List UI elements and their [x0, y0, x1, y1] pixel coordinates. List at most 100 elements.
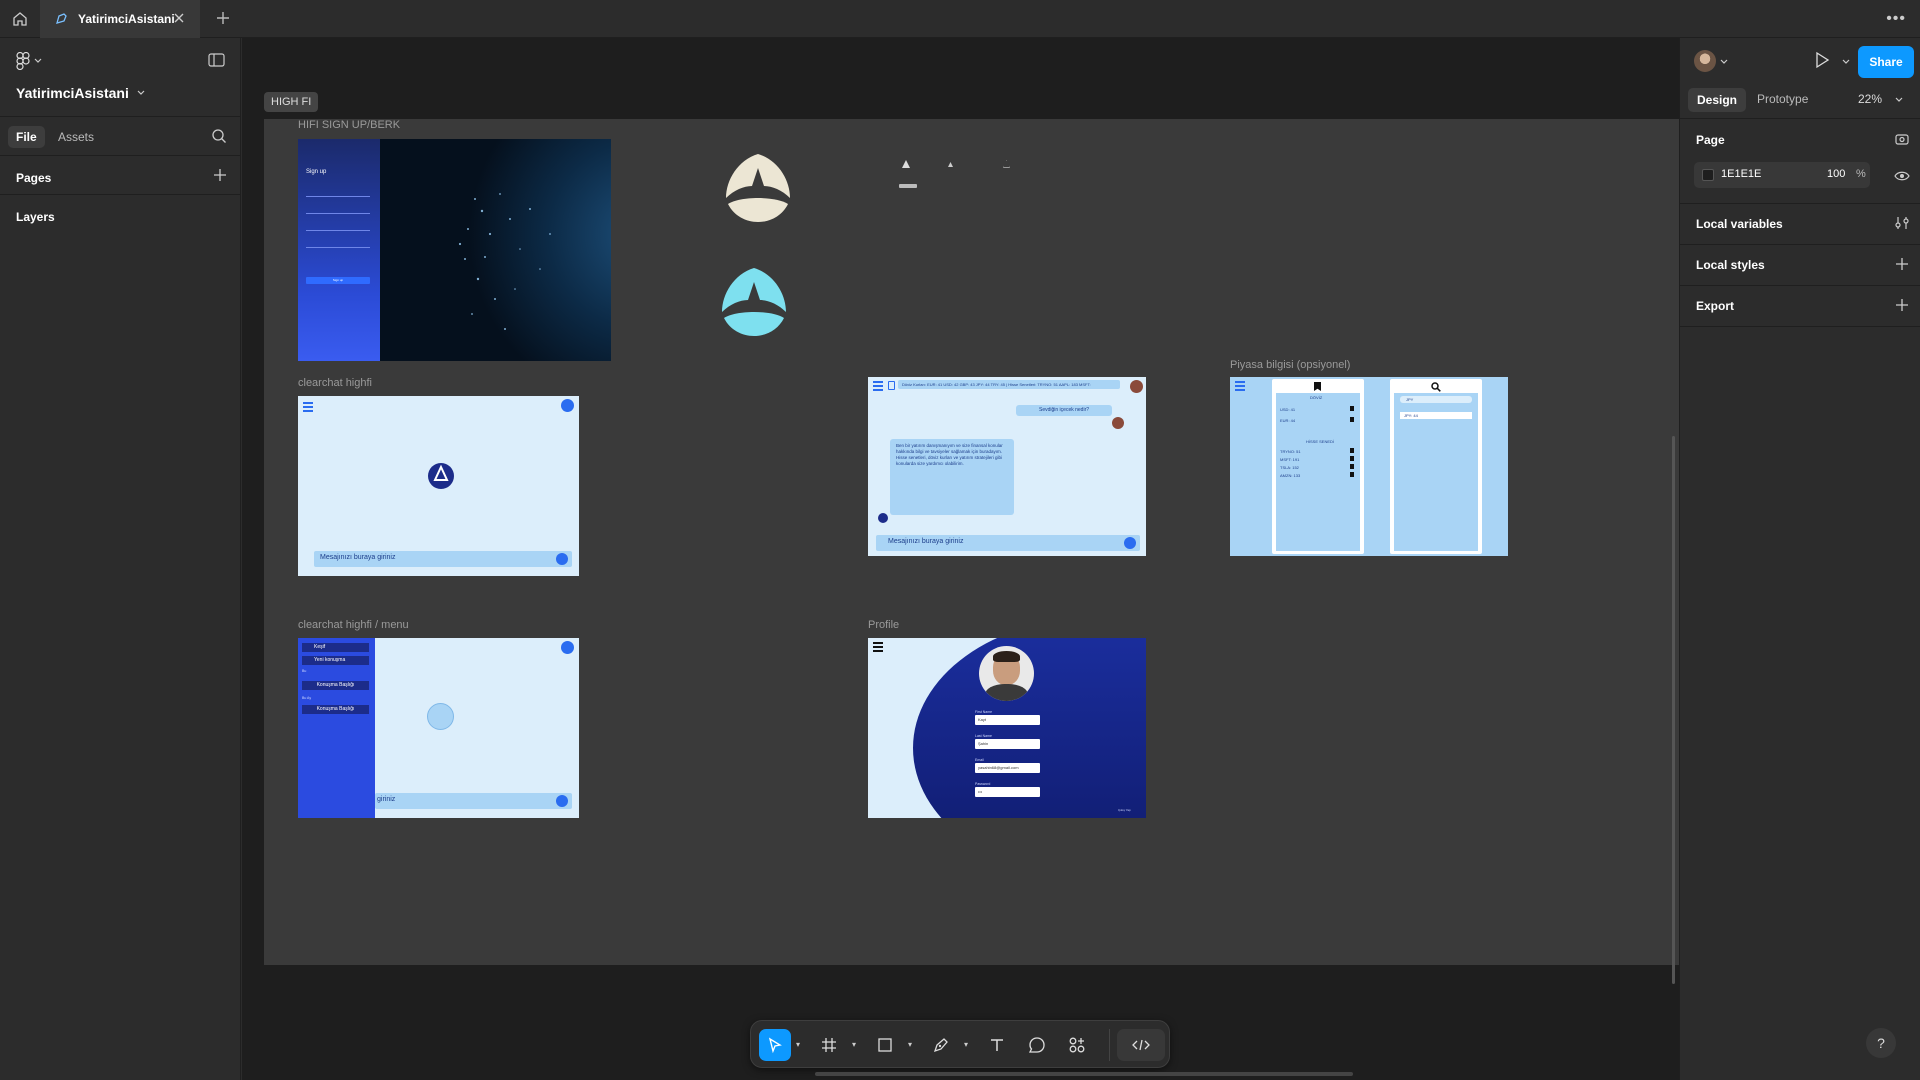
- right-panel: Share Design Prototype 22% Page 1E1E1E 1…: [1679, 38, 1920, 1080]
- divider: [1680, 326, 1920, 327]
- hamburger-menu-icon: [873, 381, 883, 391]
- pen-tool[interactable]: [925, 1029, 957, 1061]
- frame-label-market[interactable]: Piyasa bilgisi (opsiyonel): [1230, 359, 1350, 371]
- field-label: Password: [975, 782, 991, 786]
- frame-tool[interactable]: [813, 1029, 845, 1061]
- bot-avatar-icon: [878, 513, 888, 523]
- frame-market[interactable]: DÖVİZ USD: 41 EUR: 44 HİSSE SENEDİ TRYNO…: [1230, 377, 1508, 556]
- bookmark-icon: [1350, 472, 1354, 477]
- message-input: Mesajınızı buraya giriniz: [876, 535, 1140, 551]
- chevron-down-icon[interactable]: ▾: [796, 1040, 800, 1049]
- bookmark-icon: [1350, 406, 1354, 411]
- frame-chat[interactable]: Döviz Kurları: EUR: 41 USD: 42 GBP: 43 J…: [868, 377, 1146, 556]
- present-button[interactable]: [1814, 51, 1830, 74]
- divider: [1680, 285, 1920, 286]
- dev-mode-toggle[interactable]: [1117, 1029, 1165, 1061]
- move-tool[interactable]: [759, 1029, 791, 1061]
- signup-field: [306, 194, 370, 197]
- logo-cream-icon: [726, 154, 790, 222]
- frame-signup[interactable]: Sign up Sign up: [298, 139, 611, 361]
- local-styles-heading: Local styles: [1696, 258, 1765, 272]
- bg-hex-value[interactable]: 1E1E1E: [1721, 168, 1761, 180]
- frame-label-signup[interactable]: HIFI SIGN UP/BERK: [298, 119, 400, 131]
- avatar-icon: [561, 641, 574, 654]
- field-label: Last Name: [975, 734, 992, 738]
- tab-file[interactable]: File: [8, 126, 45, 148]
- local-variables-heading[interactable]: Local variables: [1696, 217, 1783, 231]
- chevron-down-icon[interactable]: ▾: [908, 1040, 912, 1049]
- file-tab[interactable]: YatirimciAsistani: [40, 0, 200, 38]
- hamburger-menu-icon: [303, 402, 313, 412]
- frame-menu[interactable]: Keşif Yeni konuşma Bu Konuşma Başlığı Bu…: [298, 638, 579, 818]
- search-field: JPY: [1400, 396, 1472, 403]
- canvas[interactable]: HIGH FI HIFI SIGN UP/BERK Sign up Sign u…: [242, 38, 1679, 1080]
- profile-field: Kayt: [975, 715, 1040, 725]
- bookmark-icon: [1350, 417, 1354, 422]
- signup-field: [306, 211, 370, 214]
- chevron-down-icon[interactable]: [1720, 58, 1728, 66]
- market-phone-left: DÖVİZ USD: 41 EUR: 44 HİSSE SENEDİ TRYNO…: [1272, 379, 1364, 554]
- frame-label-profile[interactable]: Profile: [868, 619, 899, 631]
- pen-icon: [933, 1038, 948, 1053]
- bg-opacity-unit: %: [1856, 168, 1866, 180]
- figma-logo-icon: [16, 52, 30, 70]
- bookmark-icon: [1350, 456, 1354, 461]
- hamburger-menu-icon: [873, 642, 883, 652]
- chevron-down-icon[interactable]: ▾: [852, 1040, 856, 1049]
- chevron-down-icon: [34, 58, 42, 63]
- components-icon: [1069, 1037, 1085, 1053]
- vertical-scrollbar[interactable]: [1672, 436, 1675, 984]
- add-export-icon[interactable]: [1894, 297, 1910, 313]
- actions-tool[interactable]: [1061, 1029, 1093, 1061]
- variables-icon[interactable]: [1894, 215, 1910, 231]
- tab-design[interactable]: Design: [1688, 88, 1747, 112]
- file-name-dropdown[interactable]: YatirimciAsistani: [16, 85, 145, 101]
- horizontal-scrollbar[interactable]: [815, 1072, 1353, 1076]
- share-button[interactable]: Share: [1858, 46, 1914, 78]
- divider: [1680, 244, 1920, 245]
- page-background-field[interactable]: 1E1E1E 100 %: [1694, 162, 1870, 188]
- eye-icon[interactable]: [1894, 168, 1910, 184]
- user-avatar[interactable]: [1694, 50, 1716, 72]
- user-avatar: [1130, 380, 1143, 393]
- bookmark-icon: [1314, 382, 1321, 391]
- field-label: First Name: [975, 710, 993, 714]
- more-options-icon[interactable]: •••: [1886, 10, 1906, 28]
- zoom-dropdown[interactable]: 22%: [1858, 92, 1882, 106]
- profile-field: yasahin68@gmail.com: [975, 763, 1040, 773]
- add-style-icon[interactable]: [1894, 256, 1910, 272]
- home-icon[interactable]: [8, 7, 32, 31]
- comment-tool[interactable]: [1021, 1029, 1053, 1061]
- message-input-placeholder: Mesajınızı buraya giriniz: [320, 554, 396, 561]
- frame-profile[interactable]: First Name Kayt Last Name Şahin Email ya…: [868, 638, 1146, 818]
- send-icon: [1124, 537, 1136, 549]
- main-menu-button[interactable]: [16, 52, 42, 70]
- sidebar-toggle-icon[interactable]: [208, 53, 225, 72]
- page-heading: Page: [1696, 133, 1725, 147]
- chevron-down-icon[interactable]: ▾: [964, 1040, 968, 1049]
- frame-label-clearchat[interactable]: clearchat highfi: [298, 377, 372, 389]
- chevron-down-icon[interactable]: [1842, 58, 1850, 66]
- color-swatch[interactable]: [1702, 169, 1714, 181]
- section-label[interactable]: HIGH FI: [264, 92, 319, 112]
- chevron-down-icon: [137, 90, 145, 95]
- frame-icon: [822, 1038, 836, 1052]
- bg-opacity-value[interactable]: 100: [1827, 168, 1845, 180]
- close-icon[interactable]: [172, 11, 186, 25]
- tab-prototype[interactable]: Prototype: [1757, 92, 1808, 106]
- text-tool[interactable]: [981, 1029, 1013, 1061]
- hisse-row: TRYNO: 51: [1280, 449, 1301, 454]
- tab-assets[interactable]: Assets: [58, 130, 94, 144]
- frame-clearchat[interactable]: Mesajınızı buraya giriniz: [298, 396, 579, 576]
- add-page-icon[interactable]: [212, 167, 228, 188]
- help-button[interactable]: ?: [1866, 1028, 1896, 1058]
- hisse-title: HİSSE SENEDİ: [1306, 439, 1335, 444]
- send-icon: [556, 795, 568, 807]
- page-settings-icon[interactable]: [1894, 131, 1910, 147]
- divider: [1109, 1029, 1110, 1061]
- chevron-down-icon[interactable]: [1895, 96, 1903, 104]
- shape-tool[interactable]: [869, 1029, 901, 1061]
- new-tab-icon[interactable]: [214, 9, 232, 32]
- search-icon[interactable]: [211, 128, 227, 149]
- frame-label-menu[interactable]: clearchat highfi / menu: [298, 619, 409, 631]
